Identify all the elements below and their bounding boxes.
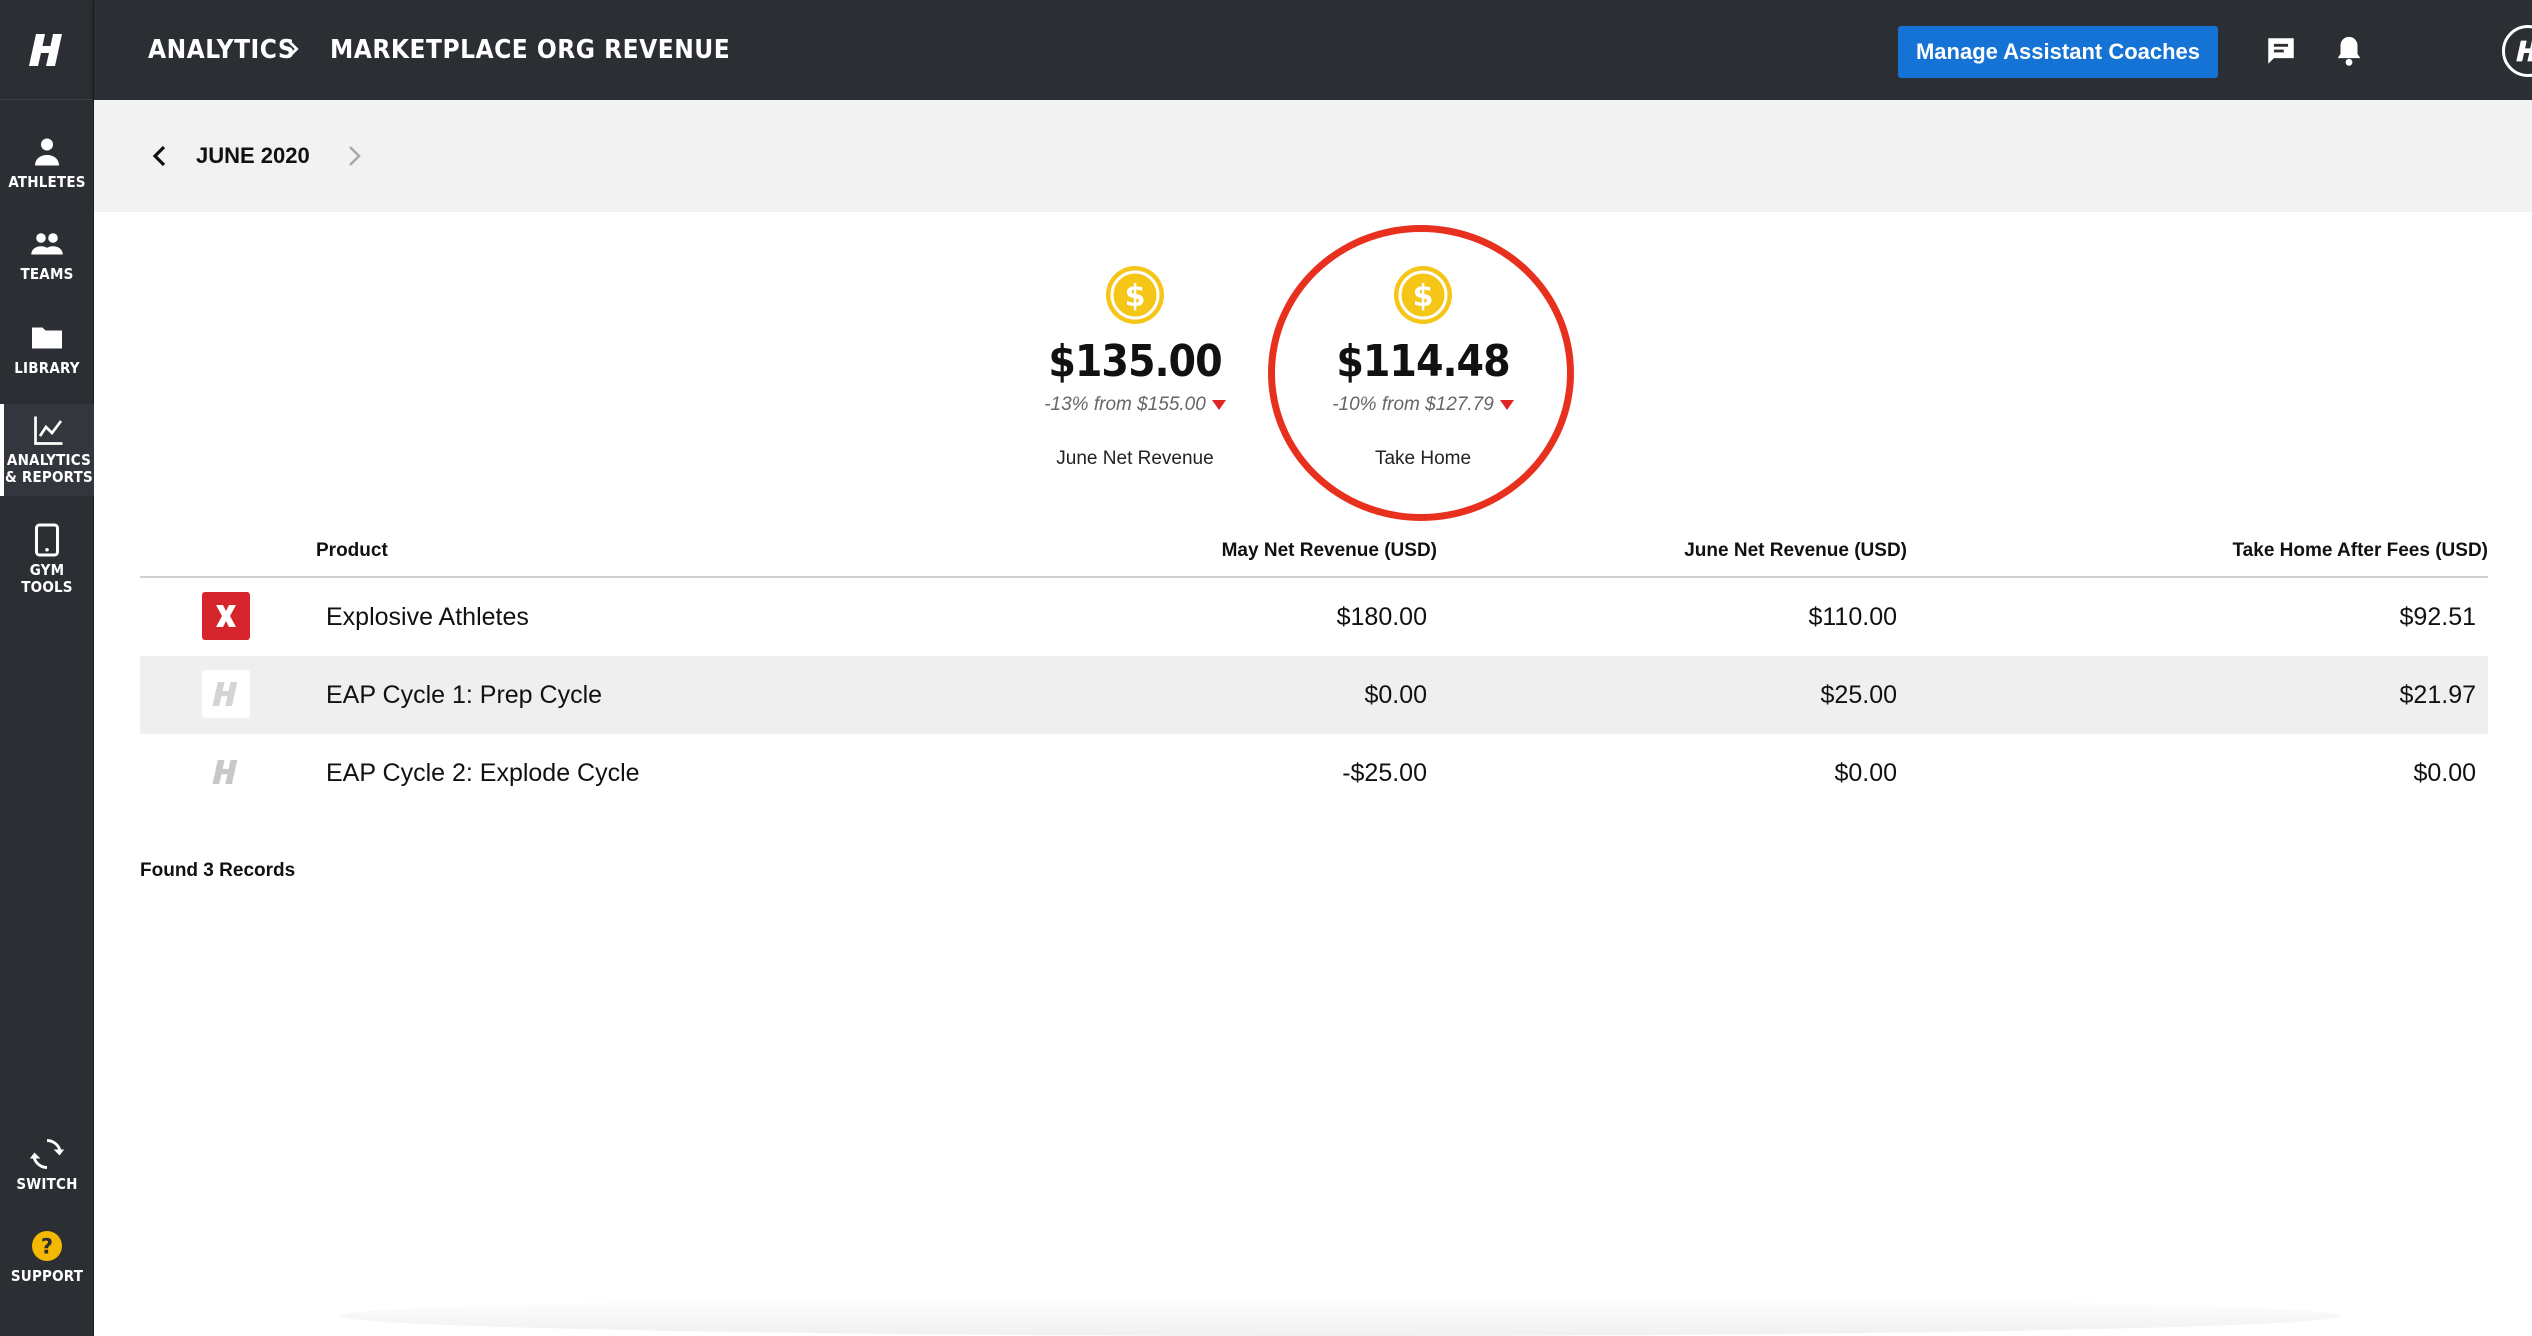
take-home-value: $21.97 bbox=[2399, 681, 2476, 709]
sidebar-item-athletes[interactable]: ATHLETES bbox=[0, 134, 94, 191]
take-home-label: Take Home bbox=[1374, 448, 1472, 469]
sidebar-item-label: SUPPORT bbox=[10, 1267, 84, 1285]
chart-line-icon bbox=[34, 416, 63, 445]
sidebar: ATHLETES TEAMS LIBRARY ANALYTICS & REPOR… bbox=[0, 0, 94, 1336]
june-revenue: $110.00 bbox=[1808, 603, 1897, 631]
take-home-card: $ $114.48 -10% from $127.79 Take Home bbox=[1273, 264, 1573, 470]
person-icon bbox=[35, 138, 59, 166]
table-row[interactable]: Explosive Athletes $180.00 $110.00 $92.5… bbox=[140, 578, 2488, 656]
net-revenue-change: -13% from $155.00 bbox=[1044, 394, 1226, 416]
month-navigation: JUNE 2020 bbox=[94, 100, 2532, 212]
take-home-value: $92.51 bbox=[2399, 603, 2476, 631]
sidebar-item-teams[interactable]: TEAMS bbox=[0, 226, 94, 283]
top-bar: ANALYTICS MARKETPLACE ORG REVENUE Manage… bbox=[94, 0, 2532, 100]
dollar-coin-icon: $ bbox=[1106, 266, 1164, 324]
column-header-take-home[interactable]: Take Home After Fees (USD) bbox=[2232, 540, 2488, 562]
records-count: Found 3 Records bbox=[140, 860, 296, 881]
h-logo-icon bbox=[202, 748, 250, 796]
trend-down-icon bbox=[1499, 400, 1514, 410]
may-revenue: $180.00 bbox=[1336, 603, 1427, 631]
net-revenue-label: June Net Revenue bbox=[1056, 448, 1214, 469]
net-revenue-card: $ $135.00 -13% from $155.00 June Net Rev… bbox=[985, 264, 1285, 470]
may-revenue: -$25.00 bbox=[1342, 759, 1427, 787]
column-header-may[interactable]: May Net Revenue (USD) bbox=[1222, 540, 1437, 562]
bottom-shadow bbox=[340, 1296, 2340, 1336]
sidebar-item-gym-tools[interactable]: GYM TOOLS bbox=[0, 522, 94, 596]
sidebar-item-label: GYM TOOLS bbox=[21, 561, 73, 596]
take-home-change: -10% from $127.79 bbox=[1332, 394, 1514, 416]
group-icon bbox=[31, 233, 63, 255]
may-revenue: $0.00 bbox=[1364, 681, 1427, 709]
svg-text:$: $ bbox=[1413, 279, 1434, 314]
column-header-product[interactable]: Product bbox=[316, 540, 388, 562]
h-logo-icon bbox=[28, 33, 62, 66]
sidebar-item-label: TEAMS bbox=[20, 265, 74, 283]
table-row[interactable]: EAP Cycle 1: Prep Cycle $0.00 $25.00 $21… bbox=[140, 656, 2488, 734]
trend-down-icon bbox=[1211, 400, 1226, 410]
h-logo-icon bbox=[202, 670, 250, 718]
sidebar-item-support[interactable]: ? SUPPORT bbox=[0, 1228, 94, 1285]
x-brand-icon bbox=[202, 592, 250, 640]
chevron-right-icon bbox=[288, 40, 299, 58]
sidebar-item-label: LIBRARY bbox=[14, 359, 80, 377]
dollar-coin-icon: $ bbox=[1394, 266, 1452, 324]
h-logo-icon bbox=[2516, 40, 2532, 62]
chevron-right-icon[interactable] bbox=[342, 144, 366, 168]
avatar[interactable] bbox=[2502, 25, 2532, 77]
month-label: JUNE 2020 bbox=[196, 143, 310, 168]
june-revenue: $0.00 bbox=[1834, 759, 1897, 787]
folder-icon bbox=[32, 327, 62, 349]
sidebar-item-label: ATHLETES bbox=[8, 173, 86, 191]
sidebar-item-library[interactable]: LIBRARY bbox=[0, 320, 94, 377]
svg-text:?: ? bbox=[41, 1235, 53, 1259]
chat-icon[interactable] bbox=[2264, 34, 2298, 68]
app-logo[interactable] bbox=[0, 0, 93, 100]
product-name: EAP Cycle 1: Prep Cycle bbox=[326, 681, 603, 709]
sidebar-item-label: ANALYTICS & REPORTS bbox=[5, 451, 93, 486]
page-title: MARKETPLACE ORG REVENUE bbox=[330, 35, 731, 65]
take-home-value: $0.00 bbox=[2413, 759, 2476, 787]
table-header: Product May Net Revenue (USD) June Net R… bbox=[140, 534, 2488, 578]
product-name: Explosive Athletes bbox=[326, 603, 529, 631]
breadcrumb-analytics[interactable]: ANALYTICS bbox=[148, 32, 295, 68]
product-name: EAP Cycle 2: Explode Cycle bbox=[326, 759, 640, 787]
manage-assistant-coaches-button[interactable]: Manage Assistant Coaches bbox=[1898, 26, 2218, 78]
sidebar-item-analytics[interactable]: ANALYTICS & REPORTS bbox=[0, 404, 94, 496]
chevron-left-icon[interactable] bbox=[148, 144, 172, 168]
column-header-june[interactable]: June Net Revenue (USD) bbox=[1684, 540, 1907, 562]
svg-text:$: $ bbox=[1125, 279, 1146, 314]
tablet-icon bbox=[35, 523, 59, 557]
refresh-icon bbox=[29, 1139, 65, 1169]
bell-icon[interactable] bbox=[2332, 34, 2366, 68]
net-revenue-change-text: -13% from $155.00 bbox=[1044, 394, 1206, 415]
june-revenue: $25.00 bbox=[1820, 681, 1897, 709]
net-revenue-amount: $135.00 bbox=[1048, 336, 1222, 387]
help-icon: ? bbox=[32, 1231, 62, 1261]
revenue-table: Product May Net Revenue (USD) June Net R… bbox=[140, 534, 2488, 812]
sidebar-item-switch[interactable]: SWITCH bbox=[0, 1136, 94, 1193]
take-home-change-text: -10% from $127.79 bbox=[1332, 394, 1494, 415]
sidebar-item-label: SWITCH bbox=[16, 1175, 78, 1193]
table-row[interactable]: EAP Cycle 2: Explode Cycle -$25.00 $0.00… bbox=[140, 734, 2488, 812]
take-home-amount: $114.48 bbox=[1336, 336, 1510, 387]
